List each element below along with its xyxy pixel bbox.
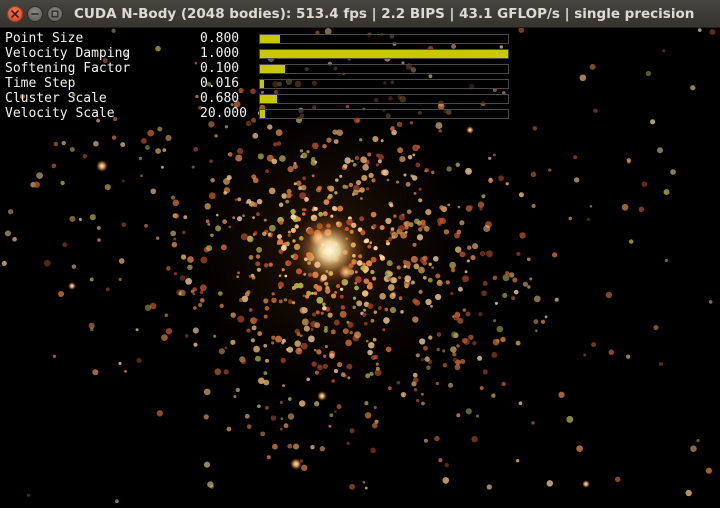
param-slider-fill — [260, 110, 265, 118]
param-row: Cluster Scale 0.680 — [0, 91, 520, 106]
param-value: 0.016 — [200, 76, 240, 91]
close-button[interactable] — [7, 6, 23, 22]
param-label: Point Size — [5, 31, 84, 46]
param-slider-fill — [260, 65, 285, 73]
param-slider[interactable] — [259, 94, 509, 104]
param-value: 1.000 — [200, 46, 240, 61]
param-slider-fill — [260, 95, 277, 103]
param-label: Velocity Scale — [5, 106, 115, 121]
param-slider[interactable] — [259, 109, 509, 119]
parameter-panel: Point Size 0.800 Velocity Damping 1.000 Soft… — [0, 31, 520, 121]
minimize-button[interactable] — [27, 6, 43, 22]
param-value: 0.680 — [200, 91, 240, 106]
param-value: 0.100 — [200, 61, 240, 76]
param-row: Time Step 0.016 — [0, 76, 520, 91]
simulation-viewport[interactable]: Point Size 0.800 Velocity Damping 1.000 Soft… — [0, 28, 720, 508]
param-value: 0.800 — [200, 31, 240, 46]
param-row: Softening Factor 0.100 — [0, 61, 520, 76]
close-icon — [11, 10, 19, 18]
param-row: Velocity Damping 1.000 — [0, 46, 520, 61]
param-row: Velocity Scale 20.000 — [0, 106, 520, 121]
param-label: Time Step — [5, 76, 76, 91]
param-slider-fill — [260, 80, 264, 88]
minimize-icon — [31, 10, 39, 18]
app-window: CUDA N-Body (2048 bodies): 513.4 fps | 2… — [0, 0, 720, 508]
param-label: Softening Factor — [5, 61, 131, 76]
param-slider-fill — [260, 50, 508, 58]
param-slider[interactable] — [259, 49, 509, 59]
title-bar[interactable]: CUDA N-Body (2048 bodies): 513.4 fps | 2… — [0, 0, 720, 28]
param-row: Point Size 0.800 — [0, 31, 520, 46]
param-value: 20.000 — [200, 106, 247, 121]
param-slider[interactable] — [259, 79, 509, 89]
param-label: Cluster Scale — [5, 91, 107, 106]
maximize-button[interactable] — [47, 6, 63, 22]
param-slider-fill — [260, 35, 280, 43]
param-label: Velocity Damping — [5, 46, 131, 61]
param-slider[interactable] — [259, 64, 509, 74]
window-title: CUDA N-Body (2048 bodies): 513.4 fps | 2… — [74, 6, 695, 22]
maximize-icon — [51, 10, 59, 18]
cluster-core — [292, 212, 368, 288]
param-slider[interactable] — [259, 34, 509, 44]
